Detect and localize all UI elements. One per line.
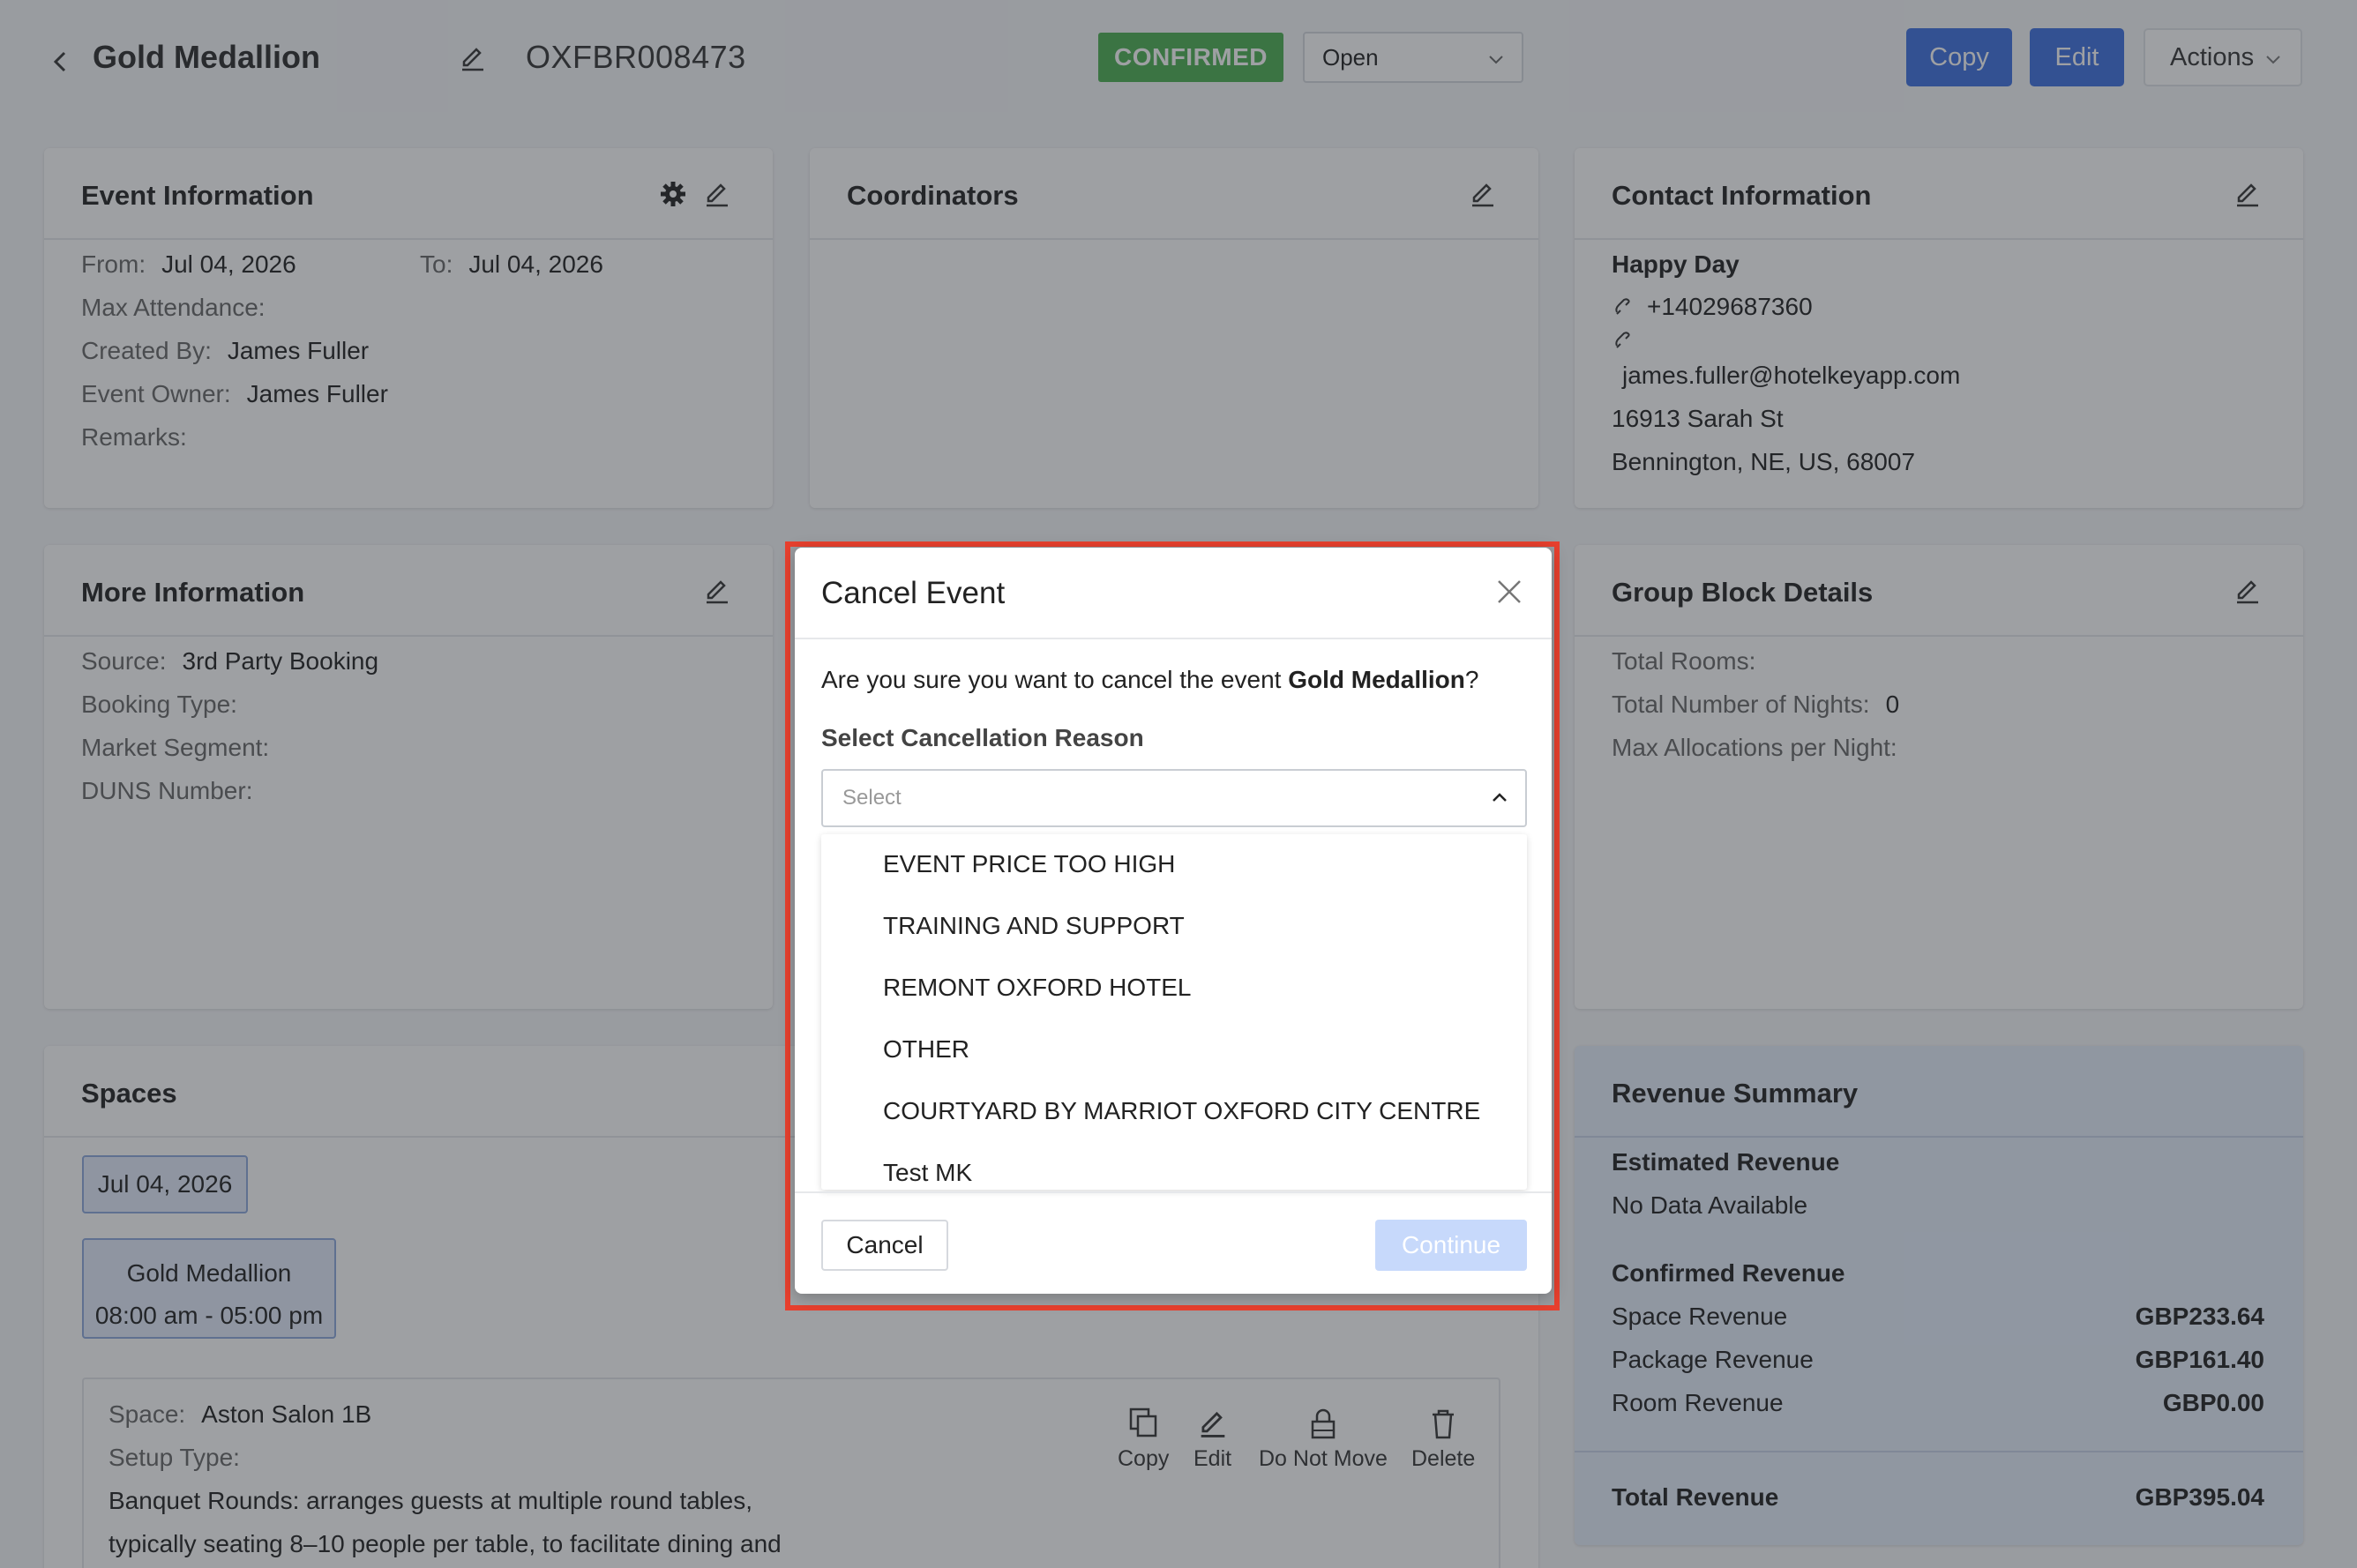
dialog-header: Cancel Event [795, 548, 1552, 639]
close-icon[interactable] [1493, 576, 1525, 608]
cancellation-reason-label: Select Cancellation Reason [821, 724, 1144, 751]
message-prefix: Are you sure you want to cancel the even… [821, 666, 1289, 693]
cancel-button[interactable]: Cancel [821, 1220, 948, 1271]
continue-button[interactable]: Continue [1375, 1220, 1527, 1271]
dropdown-option[interactable]: OTHER [883, 1035, 969, 1064]
dialog-title: Cancel Event [821, 576, 1006, 610]
chevron-up-icon [1493, 793, 1507, 802]
cancellation-reason-select[interactable]: Select [821, 769, 1527, 827]
select-placeholder: Select [842, 786, 902, 810]
dropdown-option[interactable]: Test MK [883, 1159, 972, 1187]
dialog-message: Are you sure you want to cancel the even… [821, 666, 1478, 694]
dropdown-option[interactable]: EVENT PRICE TOO HIGH [883, 850, 1175, 878]
message-suffix: ? [1464, 666, 1479, 693]
reason-dropdown-list[interactable]: EVENT PRICE TOO HIGH TRAINING AND SUPPOR… [821, 834, 1527, 1190]
dropdown-option[interactable]: TRAINING AND SUPPORT [883, 912, 1185, 940]
event-detail-page: Gold Medallion OXFBR008473 CONFIRMED Ope… [0, 0, 2357, 1568]
dialog-footer-divider [795, 1191, 1552, 1193]
cancel-event-dialog: Cancel Event Are you sure you want to ca… [795, 548, 1552, 1294]
message-event-name: Gold Medallion [1288, 666, 1465, 693]
dropdown-option[interactable]: REMONT OXFORD HOTEL [883, 974, 1192, 1002]
dropdown-option[interactable]: COURTYARD BY MARRIOT OXFORD CITY CENTRE [883, 1097, 1480, 1125]
